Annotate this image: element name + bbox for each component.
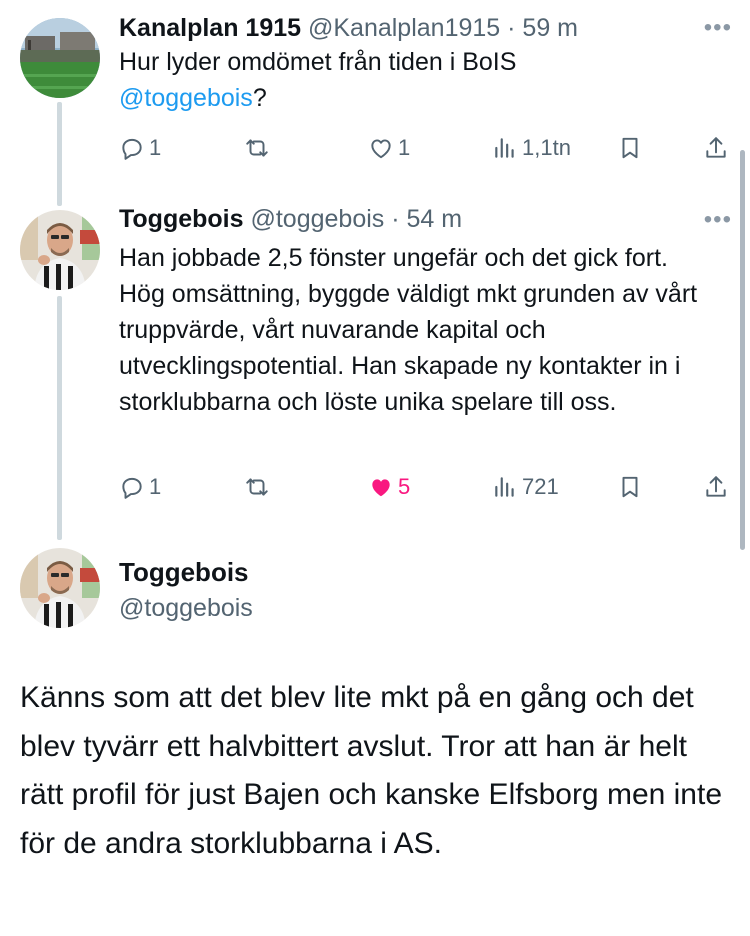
thread-line xyxy=(57,102,62,206)
like-button[interactable]: 1 xyxy=(368,131,410,165)
mention-link[interactable]: @toggebois xyxy=(119,84,253,112)
bookmark-icon xyxy=(622,476,638,498)
avatar[interactable] xyxy=(20,548,100,628)
like-count: 1 xyxy=(398,135,411,160)
reply-count: 1 xyxy=(149,474,162,499)
tweet-text-part: Hur lyder omdömet från tiden i BoIS xyxy=(119,48,517,76)
man-portrait-image xyxy=(20,548,100,628)
tweet-text-part: ? xyxy=(252,84,267,112)
timestamp[interactable]: 59 m xyxy=(522,14,578,42)
user-handle[interactable]: @Kanalplan1915 xyxy=(308,14,500,42)
share-button[interactable] xyxy=(703,131,729,165)
reply-icon xyxy=(122,138,142,160)
reply-button[interactable]: 1 xyxy=(119,131,161,165)
separator: · xyxy=(507,14,516,42)
reply-button[interactable]: 1 xyxy=(119,470,161,504)
bookmark-button[interactable] xyxy=(617,470,643,504)
like-button[interactable]: 5 xyxy=(368,470,410,504)
tweet-header: Toggebois @toggebois · 54 m xyxy=(119,204,462,234)
avatar[interactable] xyxy=(20,210,100,290)
display-name[interactable]: Toggebois xyxy=(119,556,249,588)
user-handle[interactable]: @toggebois xyxy=(119,592,253,624)
thread-line xyxy=(57,296,62,540)
scrollbar[interactable] xyxy=(740,150,745,550)
tweet-header: Kanalplan 1915 @Kanalplan1915 · 59 m xyxy=(119,13,578,43)
like-count: 5 xyxy=(398,474,411,499)
reply-count: 1 xyxy=(149,135,162,160)
share-icon xyxy=(706,137,726,158)
retweet-button[interactable] xyxy=(244,131,274,165)
like-icon xyxy=(371,139,391,159)
bookmark-button[interactable] xyxy=(617,131,643,165)
tweet-actions: 1 5 721 xyxy=(119,470,732,504)
retweet-button[interactable] xyxy=(244,470,274,504)
views-button[interactable]: 1,1tn xyxy=(492,131,571,165)
views-icon xyxy=(495,138,514,158)
views-icon xyxy=(495,477,514,497)
timestamp[interactable]: 54 m xyxy=(407,205,463,233)
bookmark-icon xyxy=(622,137,638,159)
tweet-text: Känns som att det blev lite mkt på en gå… xyxy=(20,681,723,860)
display-name[interactable]: Kanalplan 1915 xyxy=(119,14,301,42)
share-button[interactable] xyxy=(703,470,729,504)
share-icon xyxy=(706,476,726,497)
like-icon xyxy=(372,479,390,497)
views-button[interactable]: 721 xyxy=(492,470,559,504)
stadium-photo-image xyxy=(20,18,100,98)
user-handle[interactable]: @toggebois xyxy=(250,205,384,233)
retweet-icon xyxy=(246,478,268,496)
tweet-text: Hur lyder omdömet från tiden i BoIS @tog… xyxy=(119,44,729,116)
more-icon[interactable]: ••• xyxy=(704,16,732,40)
reply-icon xyxy=(122,477,142,499)
tweet-text: Han jobbade 2,5 fönster ungefär och det … xyxy=(119,244,698,416)
display-name[interactable]: Toggebois xyxy=(119,205,244,233)
man-portrait-image xyxy=(20,210,100,290)
retweet-icon xyxy=(246,139,268,157)
separator: · xyxy=(391,205,400,233)
view-count: 721 xyxy=(522,474,559,499)
more-icon[interactable]: ••• xyxy=(704,208,732,232)
avatar[interactable] xyxy=(20,18,100,98)
view-count: 1,1tn xyxy=(522,135,571,160)
tweet-actions: 1 1 1,1tn xyxy=(119,131,732,165)
